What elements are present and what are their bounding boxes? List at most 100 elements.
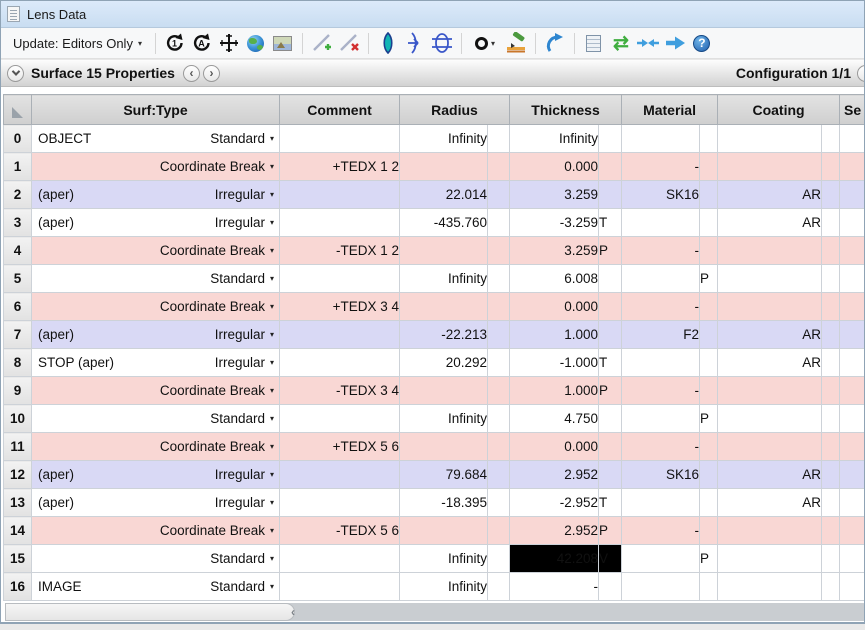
- material-cell[interactable]: [622, 489, 700, 517]
- thickness-cell[interactable]: Infinity: [510, 125, 599, 153]
- thickness-solve-flag[interactable]: [599, 293, 622, 321]
- thickness-solve-flag[interactable]: T: [599, 489, 622, 517]
- material-solve-flag[interactable]: [700, 349, 718, 377]
- row-number[interactable]: 8: [4, 349, 32, 377]
- reverse-lens-icon[interactable]: [403, 31, 427, 55]
- surf-type-cell[interactable]: STOP (aper) Irregular ▾: [32, 349, 280, 377]
- surf-type-cell[interactable]: IMAGE Standard ▾: [32, 573, 280, 601]
- material-cell[interactable]: -: [622, 293, 700, 321]
- material-cell[interactable]: -: [622, 517, 700, 545]
- help-icon[interactable]: ?: [690, 31, 714, 55]
- coating-cell[interactable]: [718, 573, 822, 601]
- row-number[interactable]: 2: [4, 181, 32, 209]
- semi-diameter-cell[interactable]: [840, 153, 865, 181]
- thickness-cell[interactable]: 0.000: [510, 293, 599, 321]
- insert-surface-icon[interactable]: [310, 31, 334, 55]
- surf-type-cell[interactable]: Coordinate Break ▾: [32, 433, 280, 461]
- comment-cell[interactable]: [280, 573, 400, 601]
- radius-cell[interactable]: [400, 153, 488, 181]
- row-number[interactable]: 15: [4, 545, 32, 573]
- radius-solve-flag[interactable]: [488, 573, 510, 601]
- coating-solve-flag[interactable]: [822, 153, 840, 181]
- coating-solve-flag[interactable]: [822, 405, 840, 433]
- delete-surface-icon[interactable]: [337, 31, 361, 55]
- column-header-semi-diameter[interactable]: Se: [840, 95, 865, 125]
- surf-type-cell[interactable]: Coordinate Break ▾: [32, 237, 280, 265]
- row-number[interactable]: 11: [4, 433, 32, 461]
- coating-solve-flag[interactable]: [822, 293, 840, 321]
- coating-solve-flag[interactable]: [822, 237, 840, 265]
- radius-cell[interactable]: [400, 377, 488, 405]
- coating-cell[interactable]: [718, 293, 822, 321]
- coating-cell[interactable]: [718, 433, 822, 461]
- semi-diameter-cell[interactable]: [840, 433, 865, 461]
- radius-solve-flag[interactable]: [488, 405, 510, 433]
- semi-diameter-cell[interactable]: [840, 573, 865, 601]
- surf-type-cell[interactable]: (aper) Irregular ▾: [32, 181, 280, 209]
- surf-type-cell[interactable]: Coordinate Break ▾: [32, 517, 280, 545]
- comment-cell[interactable]: +TEDX 1 2: [280, 153, 400, 181]
- coating-cell[interactable]: AR: [718, 181, 822, 209]
- material-cell[interactable]: -: [622, 377, 700, 405]
- semi-diameter-cell[interactable]: [840, 321, 865, 349]
- column-header-surf-type[interactable]: Surf:Type: [32, 95, 280, 125]
- semi-diameter-cell[interactable]: [840, 461, 865, 489]
- radius-cell[interactable]: [400, 433, 488, 461]
- semi-diameter-cell[interactable]: [840, 237, 865, 265]
- material-solve-flag[interactable]: P: [700, 405, 718, 433]
- radius-cell[interactable]: Infinity: [400, 405, 488, 433]
- coating-solve-flag[interactable]: [822, 181, 840, 209]
- surf-type-cell[interactable]: Standard ▾: [32, 405, 280, 433]
- comment-cell[interactable]: -TEDX 3 4: [280, 377, 400, 405]
- swap-icon[interactable]: ⇄: [609, 31, 633, 55]
- thickness-solve-flag[interactable]: [599, 265, 622, 293]
- next-surface-button[interactable]: ›: [203, 65, 220, 82]
- collapse-properties-button[interactable]: [7, 65, 24, 82]
- radius-solve-flag[interactable]: [488, 461, 510, 489]
- radius-solve-flag[interactable]: [488, 545, 510, 573]
- surf-type-cell[interactable]: (aper) Irregular ▾: [32, 489, 280, 517]
- scrollbar-thumb[interactable]: [5, 603, 295, 621]
- surf-type-cell[interactable]: (aper) Irregular ▾: [32, 321, 280, 349]
- next-arrow-icon[interactable]: [663, 31, 687, 55]
- semi-diameter-cell[interactable]: [840, 545, 865, 573]
- radius-solve-flag[interactable]: [488, 349, 510, 377]
- surf-type-cell[interactable]: (aper) Irregular ▾: [32, 209, 280, 237]
- material-solve-flag[interactable]: [700, 489, 718, 517]
- image-icon[interactable]: [271, 31, 295, 55]
- radius-solve-flag[interactable]: [488, 209, 510, 237]
- titlebar[interactable]: Lens Data: [1, 1, 864, 28]
- thickness-cell[interactable]: 3.259: [510, 237, 599, 265]
- material-solve-flag[interactable]: [700, 321, 718, 349]
- coating-cell[interactable]: AR: [718, 349, 822, 377]
- radius-cell[interactable]: [400, 293, 488, 321]
- thickness-cell[interactable]: 1.000: [510, 377, 599, 405]
- thickness-solve-flag[interactable]: P: [599, 237, 622, 265]
- thickness-cell[interactable]: -: [510, 573, 599, 601]
- comment-cell[interactable]: [280, 181, 400, 209]
- radius-cell[interactable]: 20.292: [400, 349, 488, 377]
- thickness-cell[interactable]: 42.208: [510, 545, 599, 573]
- row-number[interactable]: 12: [4, 461, 32, 489]
- radius-solve-flag[interactable]: [488, 293, 510, 321]
- comment-cell[interactable]: [280, 461, 400, 489]
- thickness-solve-flag[interactable]: [599, 573, 622, 601]
- coating-cell[interactable]: [718, 405, 822, 433]
- radius-cell[interactable]: Infinity: [400, 573, 488, 601]
- radius-solve-flag[interactable]: [488, 181, 510, 209]
- thickness-cell[interactable]: 1.000: [510, 321, 599, 349]
- coating-cell[interactable]: [718, 265, 822, 293]
- material-solve-flag[interactable]: [700, 517, 718, 545]
- row-number[interactable]: 9: [4, 377, 32, 405]
- coating-cell[interactable]: [718, 377, 822, 405]
- material-solve-flag[interactable]: [700, 433, 718, 461]
- coating-solve-flag[interactable]: [822, 321, 840, 349]
- horizontal-scrollbar[interactable]: ‹: [5, 603, 865, 621]
- row-number[interactable]: 3: [4, 209, 32, 237]
- material-cell[interactable]: [622, 405, 700, 433]
- material-cell[interactable]: -: [622, 153, 700, 181]
- material-solve-flag[interactable]: P: [700, 265, 718, 293]
- comment-cell[interactable]: [280, 545, 400, 573]
- thickness-solve-flag[interactable]: T: [599, 209, 622, 237]
- radius-cell[interactable]: Infinity: [400, 265, 488, 293]
